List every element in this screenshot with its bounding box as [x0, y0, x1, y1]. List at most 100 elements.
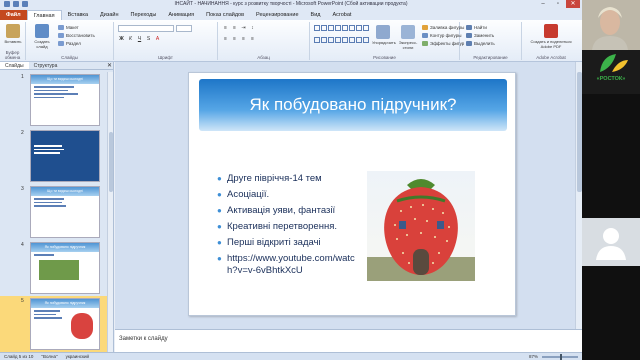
tab-slides[interactable]: Слайды	[0, 62, 29, 69]
editor-scrollbar[interactable]	[575, 62, 582, 329]
title-bar: ІНСАЙТ - НАЧИНАННЯ - курс з розвитку тво…	[0, 0, 582, 9]
effects-icon	[422, 41, 428, 46]
strawberry-house-illustration	[367, 179, 475, 281]
zoom-slider[interactable]	[542, 354, 578, 360]
close-panel-icon[interactable]: ✕	[107, 62, 112, 70]
current-slide[interactable]: Як побудовано підручник? ● Друге півріччя…	[188, 72, 516, 316]
slide-title[interactable]: Як побудовано підручник?	[199, 79, 507, 131]
paste-button[interactable]: Вставить	[4, 24, 22, 44]
slides-panel-tabs: Слайды Структура ✕	[0, 62, 114, 70]
group-font: Ж К Ч S А Шрифт	[114, 22, 218, 60]
slide-thumbnail[interactable]: 4 Як побудовано підручник	[0, 240, 108, 296]
align-left-button[interactable]: ≡	[222, 36, 229, 43]
align-center-button[interactable]: ≡	[231, 36, 238, 43]
replace-icon	[466, 33, 472, 38]
outline-icon	[422, 33, 428, 38]
notes-placeholder: Заметки к слайду	[119, 336, 168, 342]
select-icon	[466, 41, 472, 46]
logo-text: «РОСТОК»	[596, 76, 626, 82]
tab-design[interactable]: Дизайн	[94, 10, 125, 20]
create-pdf-button[interactable]: Создать и поделиться Adobe PDF	[528, 24, 574, 49]
quick-styles-button[interactable]: Экспресс-стили	[396, 25, 420, 50]
shape-fill-button[interactable]: Заливка фигуры	[422, 25, 464, 30]
indent-button[interactable]: ⇥	[240, 25, 247, 32]
tab-animations[interactable]: Анимация	[162, 10, 200, 20]
shape-outline-button[interactable]: Контур фигуры	[422, 33, 461, 38]
section-icon	[58, 41, 64, 46]
bullet-icon: ●	[217, 222, 222, 231]
strawberry-house-image[interactable]	[367, 171, 475, 281]
tab-transitions[interactable]: Переходы	[125, 10, 163, 20]
slide-thumbnail[interactable]: 2	[0, 128, 108, 184]
arrange-button[interactable]: Упорядочить	[372, 25, 396, 45]
user-silhouette-icon	[582, 218, 640, 266]
ribbon: Вставить Буфер обмена Создать слайд Маке…	[0, 20, 582, 62]
reset-icon	[58, 33, 64, 38]
video-call-column: «РОСТОК»	[582, 0, 640, 360]
find-icon	[466, 25, 472, 30]
tab-view[interactable]: Вид	[305, 10, 327, 20]
slide-editor: Як побудовано підручник? ● Друге півріччя…	[115, 62, 582, 329]
participant-video[interactable]	[582, 0, 640, 50]
line-spacing-button[interactable]: ↕	[249, 25, 256, 32]
close-button[interactable]: ✕	[566, 0, 580, 8]
bold-button[interactable]: Ж	[118, 36, 125, 43]
slide-thumbnail-selected[interactable]: 5 Як побудовано підручник	[0, 296, 108, 352]
bullet-icon: ●	[217, 254, 222, 263]
tab-file[interactable]: Файл	[0, 10, 27, 20]
tab-home[interactable]: Главная	[26, 10, 62, 20]
pdf-icon	[544, 24, 558, 38]
minimize-button[interactable]: –	[536, 0, 550, 8]
font-format-row: Ж К Ч S А	[118, 36, 161, 43]
replace-button[interactable]: Заменить	[466, 33, 494, 38]
bullet-icon: ●	[217, 190, 222, 199]
slide-bullet-list[interactable]: ● Друге півріччя-14 тем ● Асоціації. ● Акти…	[217, 173, 365, 281]
bullet-icon: ●	[217, 206, 222, 215]
section-button[interactable]: Раздел	[58, 41, 81, 46]
find-button[interactable]: Найти	[466, 25, 487, 30]
italic-button[interactable]: К	[127, 36, 134, 43]
slides-panel: Слайды Структура ✕ 1 Що ти видиш сьогодн…	[0, 62, 114, 360]
numbering-button[interactable]: ≡	[231, 25, 238, 32]
bullet-item: ● Активація уяви, фантазії	[217, 205, 336, 216]
tab-acrobat[interactable]: Acrobat	[326, 10, 357, 20]
ribbon-tabs: Файл Главная Вставка Дизайн Переходы Ани…	[0, 9, 582, 20]
window-title: ІНСАЙТ - НАЧИНАННЯ - курс з розвитку тво…	[174, 1, 408, 7]
group-acrobat: Создать и поделиться Adobe PDF Adobe Acr…	[522, 22, 580, 60]
quick-styles-icon	[401, 25, 415, 39]
bullet-item: ● Друге півріччя-14 тем	[217, 173, 322, 184]
select-button[interactable]: Выделить	[466, 41, 495, 46]
arrange-icon	[376, 25, 390, 39]
align-right-button[interactable]: ≡	[240, 36, 247, 43]
tab-slideshow[interactable]: Показ слайдов	[200, 10, 250, 20]
justify-button[interactable]: ≡	[249, 36, 256, 43]
notes-pane[interactable]: Заметки к слайду	[115, 329, 582, 352]
bullet-icon: ●	[217, 174, 222, 183]
bullet-icon: ●	[217, 238, 222, 247]
layout-button[interactable]: Макет	[58, 25, 79, 30]
reset-button[interactable]: Восстановить	[58, 33, 95, 38]
shapes-gallery[interactable]	[314, 25, 370, 47]
font-color-button[interactable]: А	[154, 36, 161, 43]
bullets-button[interactable]: ≡	[222, 25, 229, 32]
strike-button[interactable]: S	[145, 36, 152, 43]
maximize-button[interactable]: ▫	[551, 0, 565, 8]
new-slide-button[interactable]: Создать слайд	[30, 24, 54, 49]
slide-thumbnail[interactable]: 3 Що ти видиш сьогодні	[0, 184, 108, 240]
group-editing: Найти Заменить Выделить Редактирование	[460, 22, 522, 60]
tab-insert[interactable]: Вставка	[62, 10, 94, 20]
slide-thumbnail[interactable]: 1 Що ти видиш сьогодні	[0, 72, 108, 128]
slides-panel-scrollbar[interactable]	[107, 72, 113, 352]
paragraph-row-2: ≡ ≡ ≡ ≡	[222, 36, 256, 43]
font-name-combo[interactable]	[118, 25, 174, 32]
tab-outline[interactable]: Структура	[29, 62, 63, 69]
participant-video-2[interactable]	[582, 218, 640, 266]
bullet-item: ● https://www.youtube.com/watch?v=v-6vBht…	[217, 253, 355, 276]
bullet-item: ● Перші відкриті задачі	[217, 237, 321, 248]
tab-review[interactable]: Рецензирование	[250, 10, 304, 20]
powerpoint-window: ІНСАЙТ - НАЧИНАННЯ - курс з розвитку тво…	[0, 0, 582, 360]
leaf-icon	[600, 54, 628, 72]
underline-button[interactable]: Ч	[136, 36, 143, 43]
font-size-combo[interactable]	[176, 25, 192, 32]
shape-effects-button[interactable]: Эффекты фигур	[422, 41, 464, 46]
